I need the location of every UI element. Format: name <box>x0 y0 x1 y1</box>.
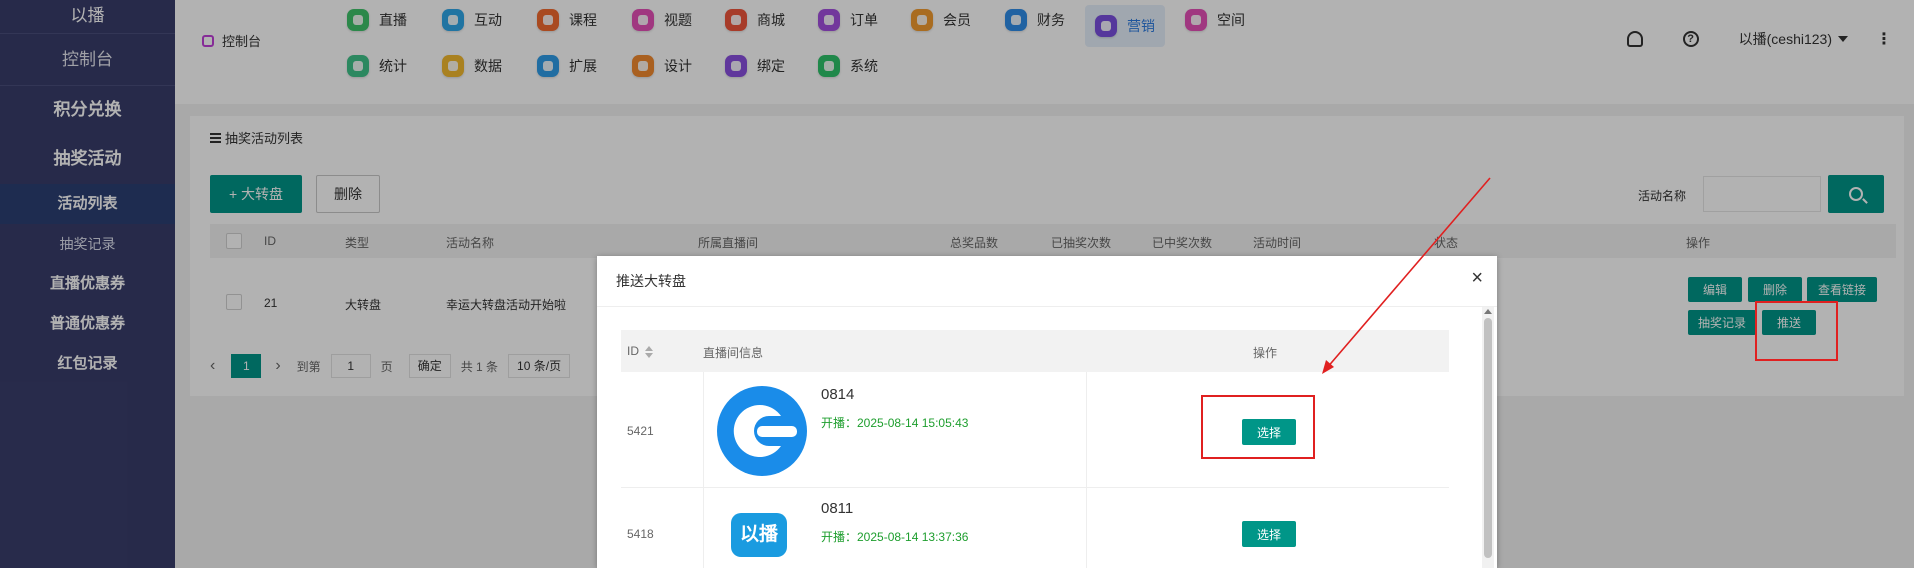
annotation-arrow <box>1322 177 1491 374</box>
app-root: 以播 控制台 积分兑换 抽奖活动 活动列表 抽奖记录 直播优惠券 普通优惠券 红… <box>0 0 1914 568</box>
